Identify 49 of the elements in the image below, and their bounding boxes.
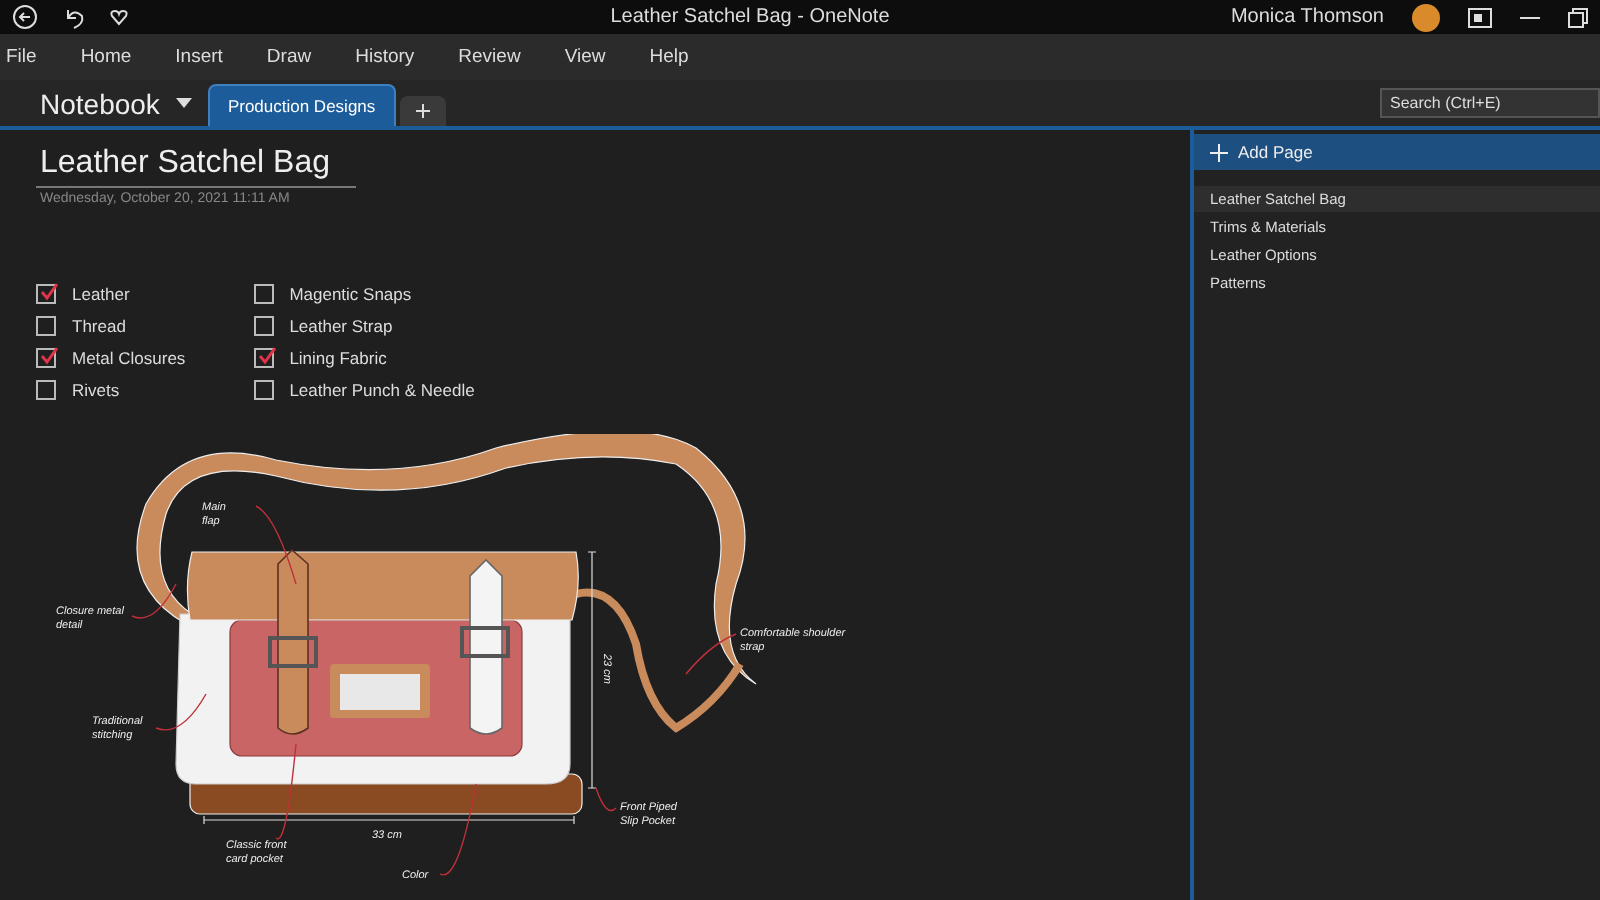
- page-title: Leather Satchel Bag: [36, 142, 356, 188]
- leader-line: [595, 787, 617, 812]
- checklist-label: Rivets: [72, 379, 120, 399]
- window-title: Leather Satchel Bag - OneNote: [610, 6, 890, 28]
- restore-icon[interactable]: [1568, 7, 1588, 27]
- checklist-label: Metal Closures: [72, 347, 186, 367]
- checklist-label: Leather Strap: [289, 315, 393, 335]
- checkbox[interactable]: [253, 315, 274, 335]
- checklist-label: Leather: [72, 283, 130, 303]
- add-page-button[interactable]: Add Page: [1194, 134, 1600, 170]
- menu-item[interactable]: Draw: [266, 40, 312, 74]
- checklist-label: Leather Punch & Needle: [289, 379, 475, 399]
- checkbox[interactable]: [253, 379, 274, 399]
- menu-item[interactable]: Review: [458, 40, 521, 74]
- section-tab[interactable]: Production Designs: [207, 84, 396, 126]
- leader-line: [685, 633, 737, 675]
- leader-line: [155, 693, 207, 731]
- checklist-label: Lining Fabric: [289, 347, 387, 367]
- undo-icon[interactable]: [62, 5, 86, 29]
- checkbox[interactable]: [253, 347, 274, 367]
- ink-mode-icon[interactable]: [1468, 7, 1492, 27]
- leader-line: [255, 505, 297, 585]
- leader-line: [275, 743, 297, 840]
- back-icon[interactable]: [12, 4, 38, 30]
- plus-icon: [1210, 143, 1228, 161]
- plus-icon: [415, 104, 430, 118]
- checkbox[interactable]: [36, 347, 56, 367]
- leader-line: [131, 583, 177, 619]
- checklist-label: Thread: [72, 315, 126, 335]
- menu-item[interactable]: File: [6, 40, 37, 74]
- checkbox[interactable]: [253, 283, 274, 303]
- checklist-label: Magentic Snaps: [289, 283, 412, 303]
- menu-item[interactable]: Insert: [175, 40, 223, 74]
- menu-item[interactable]: View: [564, 40, 606, 74]
- add-section-button[interactable]: [399, 96, 446, 126]
- menu-item[interactable]: Home: [80, 40, 132, 74]
- checkbox[interactable]: [36, 379, 56, 399]
- avatar[interactable]: [1412, 3, 1440, 31]
- minimize-icon[interactable]: [1520, 15, 1540, 19]
- dropdown-caret-icon[interactable]: [175, 98, 192, 108]
- menu-item[interactable]: History: [355, 40, 415, 74]
- notebook-name[interactable]: Notebook: [40, 87, 160, 119]
- menu-item[interactable]: Help: [649, 40, 689, 74]
- user-name[interactable]: Monica Thomson: [1230, 6, 1384, 28]
- heart-icon[interactable]: [110, 8, 128, 26]
- checkbox[interactable]: [36, 283, 56, 303]
- checkbox[interactable]: [36, 315, 56, 335]
- search-field[interactable]: Search (Ctrl+E): [1380, 88, 1600, 118]
- leader-line: [439, 783, 477, 876]
